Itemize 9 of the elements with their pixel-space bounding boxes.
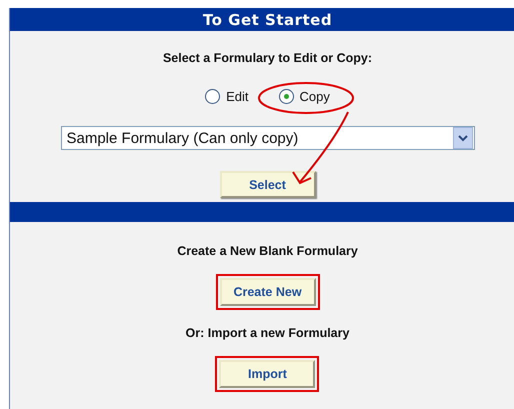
radio-option[interactable]: Edit bbox=[201, 87, 253, 106]
section-prompt: Create a New Blank Formulary bbox=[177, 244, 358, 258]
section-prompt: Select a Formulary to Edit or Copy: bbox=[162, 51, 372, 65]
panel-title: To Get Started bbox=[10, 8, 514, 31]
select-button[interactable]: Select bbox=[220, 171, 316, 198]
section-prompt: Or: Import a new Formulary bbox=[186, 326, 350, 340]
caret-icon[interactable] bbox=[452, 127, 472, 149]
radio-option[interactable]: Copy bbox=[274, 87, 334, 106]
formulary-dropdown[interactable]: Sample Formulary (Can only copy) bbox=[60, 126, 474, 150]
